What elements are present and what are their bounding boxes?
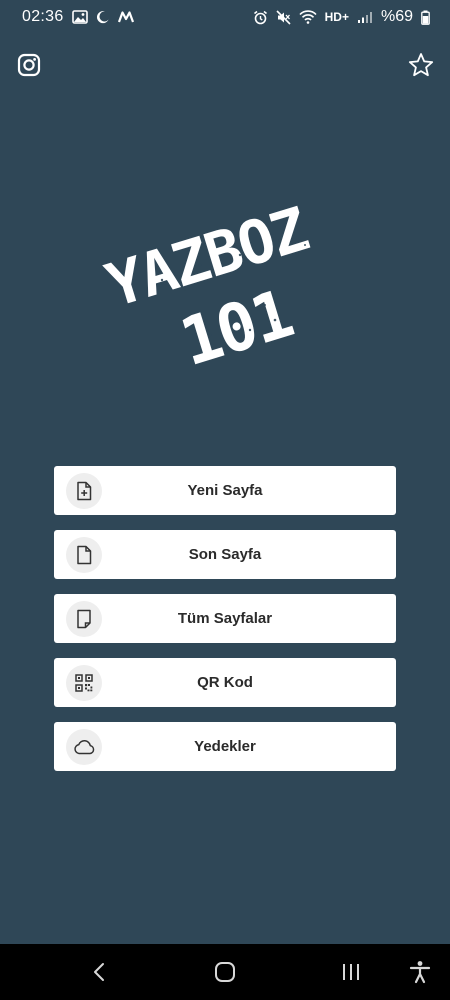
battery-percentage: %69 [380, 8, 413, 25]
network-type-label: HD+ [324, 10, 349, 24]
star-icon[interactable] [408, 52, 434, 78]
status-time: 02:36 [22, 8, 64, 25]
backups-button[interactable]: Yedekler [54, 722, 396, 771]
new-page-button[interactable]: Yeni Sayfa [54, 466, 396, 515]
status-bar: 02:36 HD+ %69 [0, 0, 450, 34]
cloud-icon [66, 729, 102, 765]
wifi-icon [299, 10, 317, 24]
all-pages-label: Tüm Sayfalar [177, 610, 273, 627]
new-page-label: Yeni Sayfa [187, 482, 263, 499]
instagram-icon[interactable] [16, 52, 42, 78]
all-pages-button[interactable]: Tüm Sayfalar [54, 594, 396, 643]
gallery-icon [71, 10, 88, 24]
new-page-icon [66, 473, 102, 509]
recent-apps-icon[interactable] [337, 958, 365, 986]
main-menu: Yeni Sayfa Son Sayfa Tüm Sayfalar QR Kod… [54, 466, 396, 771]
last-page-button[interactable]: Son Sayfa [54, 530, 396, 579]
moon-icon [96, 10, 110, 24]
accessibility-icon[interactable] [406, 958, 434, 986]
alarm-icon [253, 10, 268, 25]
page-icon [66, 537, 102, 573]
screen: 02:36 HD+ %69 YAZBOZ 101 Yeni Sayfa Son … [0, 0, 450, 1000]
navigation-bar [0, 944, 450, 1000]
home-icon[interactable] [211, 958, 239, 986]
status-left: 02:36 [22, 8, 134, 26]
battery-icon [421, 10, 430, 25]
signal-icon [357, 11, 373, 24]
status-right: HD+ %69 [253, 8, 430, 26]
app-logo: YAZBOZ 101 [90, 185, 340, 385]
backups-label: Yedekler [194, 738, 256, 755]
qr-code-button[interactable]: QR Kod [54, 658, 396, 707]
qr-code-label: QR Kod [197, 674, 253, 691]
pages-icon [66, 601, 102, 637]
last-page-label: Son Sayfa [188, 546, 262, 563]
qr-code-icon [66, 665, 102, 701]
app-notification-icon [117, 11, 134, 23]
back-icon[interactable] [85, 958, 113, 986]
mute-icon [276, 9, 291, 25]
